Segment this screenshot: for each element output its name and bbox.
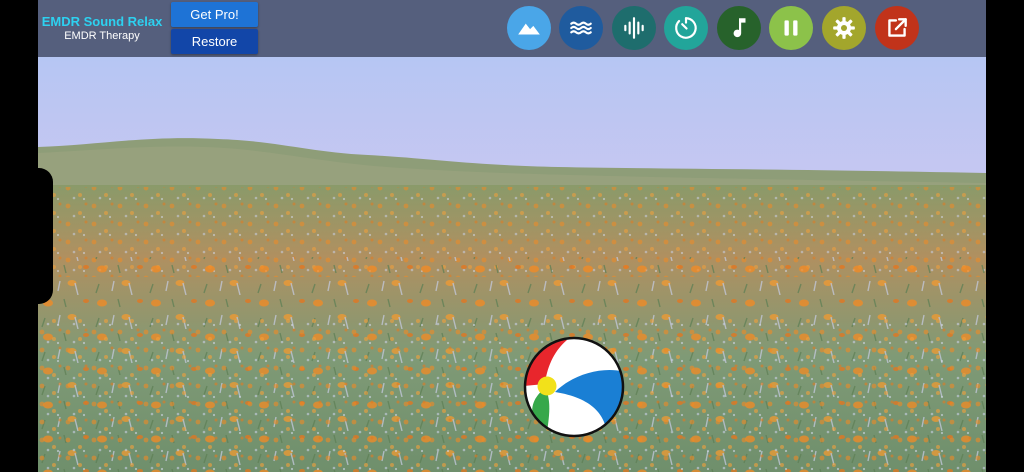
- app-title: EMDR Sound Relax: [41, 14, 163, 29]
- waves-icon: [570, 21, 592, 35]
- beach-ball[interactable]: [523, 336, 625, 438]
- sound-wave-icon: [624, 17, 644, 39]
- sound-button[interactable]: [612, 6, 656, 50]
- waves-button[interactable]: [559, 6, 603, 50]
- pause-icon: [784, 20, 798, 36]
- device-notch: [0, 168, 53, 304]
- music-note-icon: [733, 18, 746, 38]
- timer-icon: [675, 17, 697, 39]
- get-pro-button[interactable]: Get Pro!: [171, 2, 258, 27]
- pause-button[interactable]: [769, 6, 813, 50]
- app-subtitle: EMDR Therapy: [64, 30, 140, 42]
- gear-icon: [833, 17, 855, 39]
- music-button[interactable]: [717, 6, 761, 50]
- external-link-icon: [888, 18, 907, 37]
- brand: EMDR Sound Relax EMDR Therapy: [38, 14, 166, 44]
- settings-button[interactable]: [822, 6, 866, 50]
- timer-button[interactable]: [664, 6, 708, 50]
- restore-button[interactable]: Restore: [171, 29, 258, 54]
- top-toolbar: EMDR Sound Relax EMDR Therapy Get Pro! R…: [38, 0, 986, 57]
- mountain-icon: [518, 23, 540, 35]
- scenery-background: [38, 57, 986, 472]
- share-button[interactable]: [875, 6, 919, 50]
- scenery-button[interactable]: [507, 6, 551, 50]
- app-screen: EMDR Sound Relax EMDR Therapy Get Pro! R…: [38, 0, 986, 472]
